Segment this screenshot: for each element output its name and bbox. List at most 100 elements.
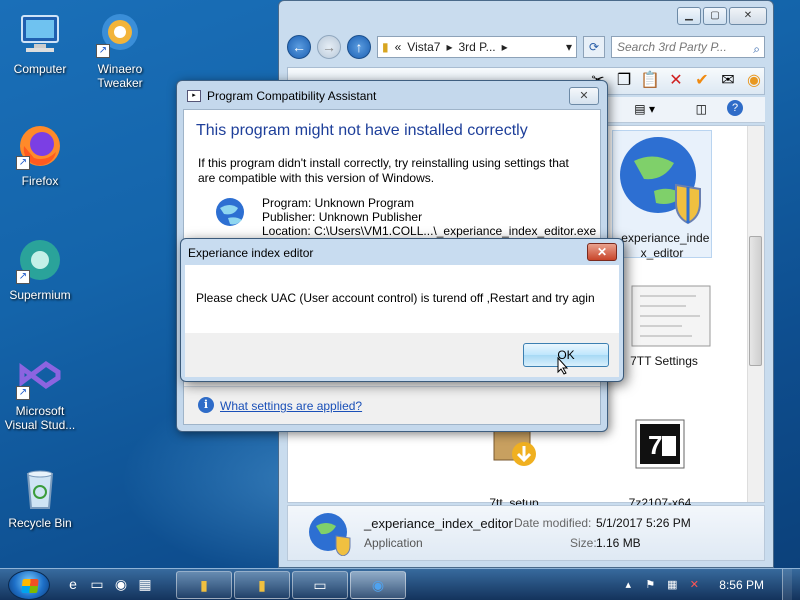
pca-description: If this program didn't install correctly… <box>198 156 569 185</box>
globe-icon: ◉ <box>371 577 385 593</box>
recycle-bin-icon <box>16 464 64 512</box>
size-label: Size: <box>570 536 597 550</box>
visual-studio-icon: ↗ <box>16 352 64 400</box>
globe-icon <box>214 196 246 238</box>
taskbar-item-experiance-editor[interactable]: ◉ <box>350 571 406 599</box>
mail-icon[interactable]: ✉ <box>718 71 738 91</box>
scroll-thumb[interactable] <box>749 236 762 366</box>
folder-icon: ▮ <box>382 40 389 54</box>
desktop-icon-label: Supermium <box>9 288 71 302</box>
preview-pane-icon[interactable]: ◫ <box>696 102 707 116</box>
program-location: Location: C:\Users\VM1.COLL...\_experian… <box>262 224 597 238</box>
7zip-icon: 7 <box>612 396 708 492</box>
desktop-icon-supermium[interactable]: ↗ Supermium <box>0 236 80 302</box>
navigation-bar: ← → ↑ ▮ « Vista7 ▸ 3rd P... ▸ ▾ ⟳ Search… <box>287 33 765 61</box>
chevron-down-icon[interactable]: ▾ <box>566 40 572 54</box>
address-prefix: « <box>394 40 402 54</box>
delete-icon[interactable]: ✕ <box>666 71 686 91</box>
details-file-type: Application <box>364 536 423 550</box>
desktop-icon-label: Winaero Tweaker <box>97 62 143 90</box>
volume-muted-icon[interactable]: ✕ <box>687 578 701 592</box>
forward-button[interactable]: → <box>317 35 341 59</box>
action-center-flag-icon[interactable]: ⚑ <box>643 578 657 592</box>
pca-title-text: Program Compatibility Assistant <box>207 89 377 103</box>
close-button[interactable]: ✕ <box>569 87 599 105</box>
shortcut-arrow-icon: ↗ <box>16 156 30 170</box>
chevron-right-icon[interactable]: ▸ <box>446 40 452 54</box>
refresh-button[interactable]: ⟳ <box>583 36 605 58</box>
address-bar[interactable]: ▮ « Vista7 ▸ 3rd P... ▸ ▾ <box>377 36 577 58</box>
window-switch-icon[interactable]: ▦ <box>136 575 154 593</box>
supermium-quick-icon[interactable]: ◉ <box>112 575 130 593</box>
info-icon: i <box>198 397 214 413</box>
close-button[interactable]: ✕ <box>587 243 617 261</box>
desktop-icon-label: Microsoft Visual Stud... <box>4 404 76 432</box>
globe-shield-icon <box>306 510 352 559</box>
file-item[interactable]: _experiance_inde x_editor <box>612 130 712 260</box>
file-item[interactable]: 7TT Settings <box>614 280 714 369</box>
views-icon[interactable]: ▤ ▾ <box>634 102 655 116</box>
pca-heading: This program might not have installed co… <box>196 122 528 139</box>
taskbar-item-explorer[interactable]: ▮ <box>176 571 232 599</box>
search-placeholder: Search 3rd Party P... <box>617 40 727 54</box>
show-desktop-icon[interactable]: ▭ <box>88 575 106 593</box>
globe-shield-icon <box>614 131 710 227</box>
checkmark-icon[interactable]: ✔ <box>692 71 712 91</box>
taskbar-item-explorer-2[interactable]: ▮ <box>234 571 290 599</box>
address-segment[interactable]: 3rd P... <box>458 40 495 54</box>
vertical-scrollbar[interactable] <box>747 126 764 502</box>
taskbar-item-pca[interactable]: ▭ <box>292 571 348 599</box>
taskbar: e ▭ ◉ ▦ ▮ ▮ ▭ ◉ ▴ ⚑ ▦ ✕ 8:56 PM <box>0 568 800 600</box>
paste-icon[interactable]: 📋 <box>640 71 660 91</box>
dialog-message: Please check UAC (User account control) … <box>196 291 595 305</box>
chevron-right-icon[interactable]: ▸ <box>502 40 508 54</box>
supermium-icon: ↗ <box>16 236 64 284</box>
search-input[interactable]: Search 3rd Party P... ⌕ <box>611 36 765 58</box>
desktop-icon-label: Firefox <box>21 174 59 188</box>
date-modified-label: Date modified: <box>514 516 592 530</box>
desktop-icon-firefox[interactable]: ↗ Firefox <box>0 122 80 188</box>
firefox-icon: ↗ <box>16 122 64 170</box>
clock[interactable]: 8:56 PM <box>719 578 764 592</box>
internet-explorer-icon[interactable]: e <box>64 575 82 593</box>
shortcut-arrow-icon: ↗ <box>16 270 30 284</box>
date-modified-value: 5/1/2017 5:26 PM <box>596 516 691 530</box>
network-icon[interactable]: ▦ <box>665 578 679 592</box>
help-icon[interactable]: ? <box>727 100 743 116</box>
settings-applied-link[interactable]: What settings are applied? <box>220 399 362 413</box>
application-icon: ▭ <box>313 577 327 593</box>
desktop-icon-label: Computer <box>13 62 67 76</box>
details-pane: _experiance_index_editor Application Dat… <box>287 505 765 561</box>
search-icon[interactable]: ⌕ <box>753 39 760 59</box>
details-file-name: _experiance_index_editor <box>364 516 513 531</box>
desktop-icon-visual-studio[interactable]: ↗ Microsoft Visual Stud... <box>0 352 80 432</box>
address-segment[interactable]: Vista7 <box>407 40 440 54</box>
folder-icon: ▮ <box>258 577 266 593</box>
error-dialog[interactable]: Experiance index editor ✕ Please check U… <box>180 238 624 382</box>
desktop-icon-label: Recycle Bin <box>8 516 72 530</box>
mouse-cursor-icon <box>557 357 569 375</box>
show-hidden-icons[interactable]: ▴ <box>621 578 635 592</box>
folder-icon: ▮ <box>200 577 208 593</box>
desktop-icon-recycle-bin[interactable]: Recycle Bin <box>0 464 80 530</box>
desktop-icon-computer[interactable]: Computer <box>0 10 80 76</box>
shell-icon[interactable]: ◉ <box>744 71 764 91</box>
program-info: Program: Unknown Program Publisher: Unkn… <box>214 196 596 238</box>
file-name: _experiance_inde x_editor <box>614 231 710 260</box>
application-icon: ▸ <box>187 90 201 102</box>
desktop-icon-winaero-tweaker[interactable]: ↗ Winaero Tweaker <box>80 10 160 90</box>
window-title: ▸ Program Compatibility Assistant <box>187 89 376 103</box>
dialog-title: Experiance index editor <box>188 246 314 260</box>
close-button[interactable]: ✕ <box>729 7 767 25</box>
show-desktop-button[interactable] <box>782 569 792 600</box>
file-item[interactable]: 7 7z2107-x64 <box>610 396 710 511</box>
maximize-button[interactable]: ▢ <box>703 7 727 25</box>
window-controls: ▁ ▢ ✕ <box>677 7 767 25</box>
pca-footer: i What settings are applied? <box>184 386 600 424</box>
up-button[interactable]: ↑ <box>347 35 371 59</box>
copy-icon[interactable]: ❐ <box>614 71 634 91</box>
back-button[interactable]: ← <box>287 35 311 59</box>
program-name: Program: Unknown Program <box>262 196 415 210</box>
minimize-button[interactable]: ▁ <box>677 7 701 25</box>
start-button[interactable] <box>8 570 50 600</box>
